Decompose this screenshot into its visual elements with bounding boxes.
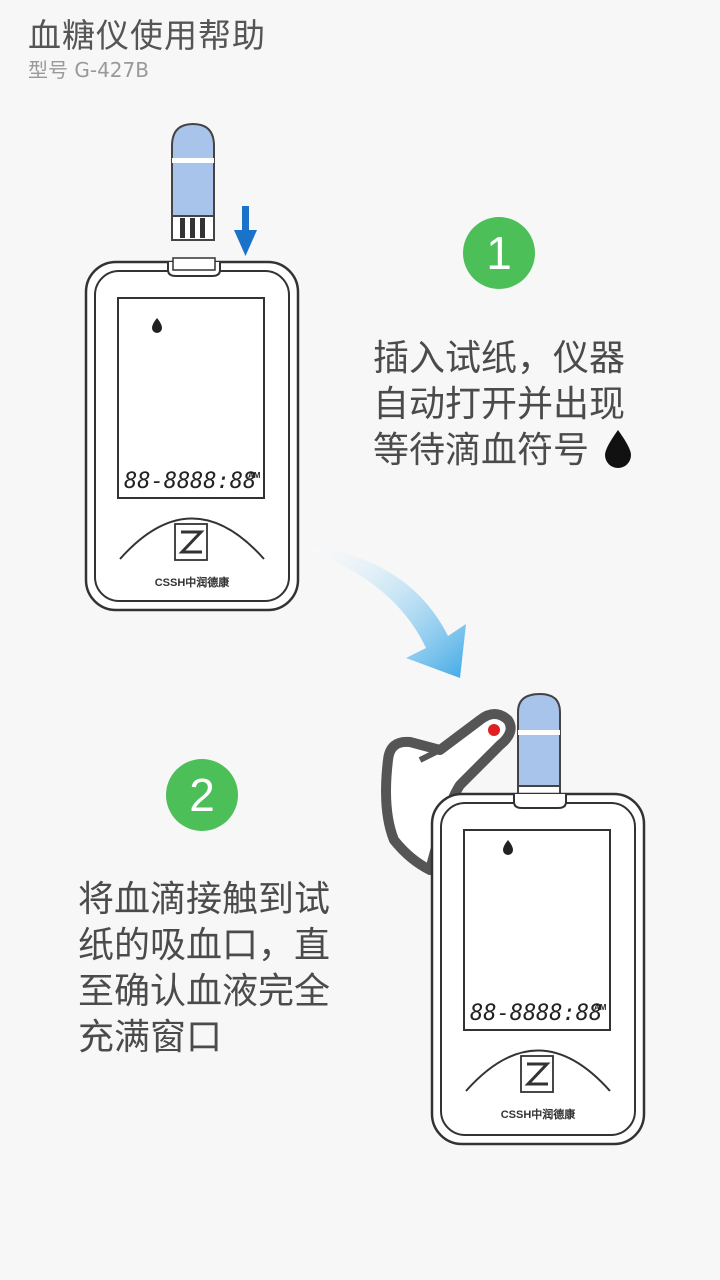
insert-arrow-icon [234, 206, 257, 256]
step2-line: 纸的吸血口，直 [78, 925, 331, 966]
svg-text:88:88: 88:88 [536, 1001, 602, 1026]
step2-badge: 2 [166, 759, 238, 831]
glucose-meter-icon: 88-88 88:88 AM CSSH中润德康 [430, 792, 646, 1146]
step2-instructions: 将血滴接触到试 纸的吸血口，直 至确认血液完全 充满窗口 [78, 877, 330, 1061]
svg-text:88:88: 88:88 [190, 469, 256, 494]
svg-text:CSSH中润德康: CSSH中润德康 [501, 1107, 577, 1121]
svg-text:AM: AM [594, 1003, 607, 1012]
step1-line: 插入试纸，仪器 [373, 338, 626, 379]
step2-line: 将血滴接触到试 [78, 879, 331, 920]
model-label: 型号 G-427B [28, 58, 149, 82]
step1-badge: 1 [463, 217, 535, 289]
svg-text:CSSH中润德康: CSSH中润德康 [155, 575, 231, 589]
header: 血糖仪使用帮助 型号 G-427B [28, 14, 266, 82]
glucose-meter-icon: 88-88 88:88 AM CSSH中润德康 [84, 257, 300, 612]
svg-text:88-88: 88-88 [470, 1001, 536, 1026]
svg-text:AM: AM [248, 471, 261, 480]
step1-illustration: 88-88 88:88 AM CSSH中润德康 [84, 122, 300, 612]
svg-text:88-88: 88-88 [124, 469, 190, 494]
page-title: 血糖仪使用帮助 [28, 16, 266, 55]
step1-line: 自动打开并出现 [373, 384, 626, 425]
step2-line: 充满窗口 [78, 1017, 223, 1058]
next-step-arrow-icon [310, 546, 466, 678]
test-strip-icon [171, 122, 215, 241]
step2-line: 至确认血液完全 [78, 971, 331, 1012]
step1-instructions: 插入试纸，仪器 自动打开并出现 等待滴血符号 [373, 336, 633, 474]
step2-illustration: 88-88 88:88 AM CSSH中润德康 [381, 692, 646, 1146]
blood-drop-icon [605, 430, 632, 468]
test-strip-icon [517, 692, 561, 801]
step1-line: 等待滴血符号 [373, 428, 633, 474]
